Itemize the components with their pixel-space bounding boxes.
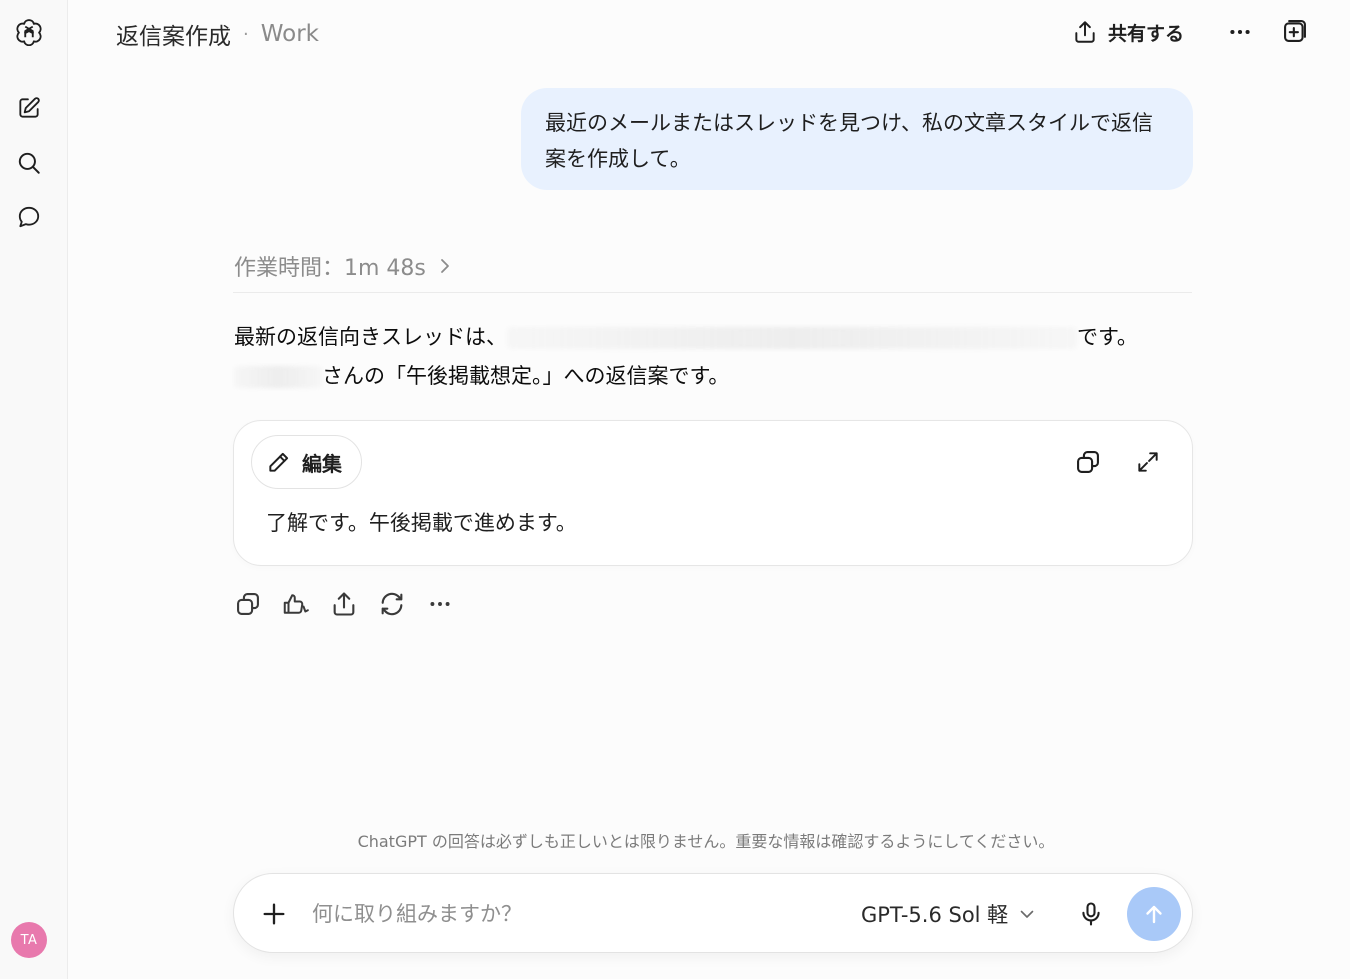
- share-button[interactable]: 共有する: [1066, 14, 1190, 50]
- model-selector[interactable]: GPT-5.6 Sol 軽: [861, 898, 1036, 930]
- refresh-icon: [381, 592, 403, 616]
- feedback-button[interactable]: [278, 587, 314, 621]
- add-attachment-button[interactable]: [254, 894, 294, 934]
- chevron-right-icon: [440, 259, 449, 273]
- answer-line2-end: さんの「午後掲載想定。」への返信案です。: [322, 364, 730, 388]
- redacted-name: [234, 366, 322, 388]
- search-icon[interactable]: [12, 146, 46, 180]
- share-icon: [1072, 19, 1098, 45]
- work-time-toggle[interactable]: 作業時間：1m 48s: [234, 250, 452, 282]
- avatar[interactable]: TA: [11, 922, 47, 958]
- arrow-up-icon: [1146, 905, 1162, 924]
- divider: [233, 292, 1192, 293]
- share-message-button[interactable]: [326, 587, 362, 621]
- voice-input-button[interactable]: [1071, 894, 1111, 934]
- chevron-down-icon: [1020, 910, 1034, 918]
- composer: GPT-5.6 Sol 軽: [233, 873, 1193, 953]
- more-icon: [1230, 29, 1250, 35]
- work-time-label: 作業時間：1m 48s: [234, 256, 426, 281]
- answer-line1-start: 最新の返信向きスレッドは、: [234, 325, 507, 349]
- mic-icon: [1082, 902, 1100, 926]
- answer-line-1: 最新の返信向きスレッドは、 です。: [234, 318, 1192, 357]
- user-message: 最近のメールまたはスレッドを見つけ、私の文章スタイルで返信案を作成して。: [521, 88, 1193, 190]
- edit-button[interactable]: 編集: [251, 435, 362, 489]
- chats-icon[interactable]: [12, 200, 46, 234]
- conversation-title: 返信案作成: [116, 24, 231, 50]
- temporary-chat-button[interactable]: [1277, 13, 1313, 49]
- openai-logo-icon[interactable]: [12, 14, 46, 48]
- edit-label: 編集: [302, 451, 342, 476]
- expand-icon: [1138, 452, 1158, 472]
- answer-line-2: さんの「午後掲載想定。」への返信案です。: [234, 357, 1192, 396]
- copy-button[interactable]: [230, 587, 266, 621]
- draft-reply-card: 編集 了解です。午後掲載で進めます。: [233, 420, 1193, 566]
- message-actions: [230, 587, 458, 621]
- send-button[interactable]: [1127, 887, 1181, 941]
- assistant-answer: 最新の返信向きスレッドは、 です。 さんの「午後掲載想定。」への返信案です。: [234, 318, 1192, 396]
- model-label: GPT-5.6 Sol 軽: [861, 903, 1009, 927]
- prompt-input[interactable]: [312, 892, 832, 936]
- project-name: Work: [260, 21, 319, 47]
- plus-icon: [263, 903, 285, 925]
- redacted-text: [507, 327, 1077, 349]
- temporary-chat-icon: [1284, 20, 1306, 42]
- copy-icon: [237, 593, 259, 615]
- new-chat-icon[interactable]: [12, 91, 46, 125]
- copy-icon: [1077, 451, 1099, 473]
- title-separator: ·: [243, 23, 249, 45]
- more-options-button[interactable]: [1222, 14, 1258, 50]
- disclaimer: ChatGPT の回答は必ずしも正しいとは限りません。重要な情報は確認するように…: [357, 832, 1055, 851]
- share-icon: [333, 592, 355, 616]
- regenerate-button[interactable]: [374, 587, 410, 621]
- more-actions-button[interactable]: [422, 587, 458, 621]
- expand-button[interactable]: [1132, 446, 1164, 478]
- pencil-icon: [269, 452, 289, 472]
- answer-line1-end: です。: [1077, 325, 1138, 349]
- copy-draft-button[interactable]: [1072, 446, 1104, 478]
- more-icon: [430, 602, 450, 606]
- draft-text: 了解です。午後掲載で進めます。: [266, 511, 577, 535]
- thumbs-icon: [283, 594, 309, 614]
- share-label: 共有する: [1108, 22, 1185, 45]
- chat-title[interactable]: 返信案作成 · Work: [116, 17, 319, 51]
